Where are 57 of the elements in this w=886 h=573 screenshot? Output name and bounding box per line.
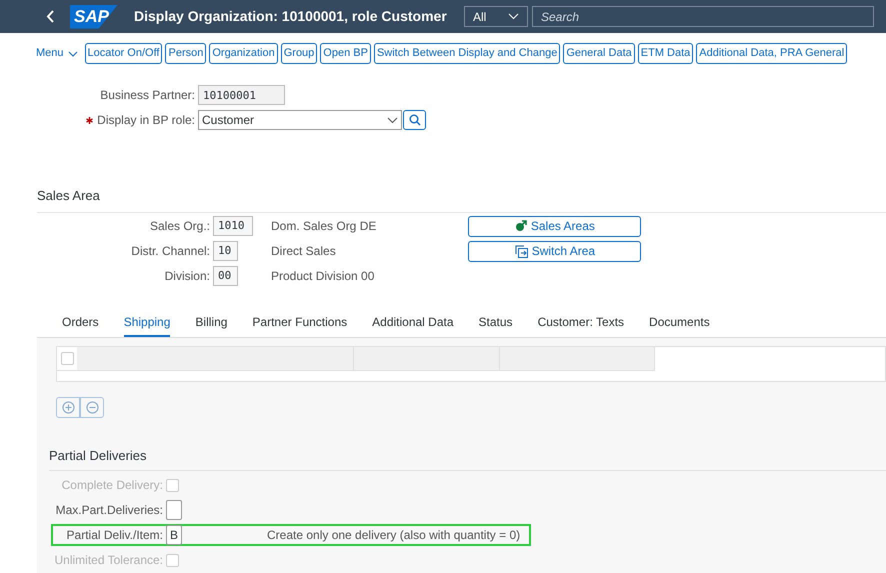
- tab[interactable]: Additional Data: [372, 312, 454, 336]
- toolbar-button[interactable]: Additional Data, PRA General: [696, 43, 848, 64]
- toolbar-button[interactable]: Locator On/Off: [84, 43, 162, 64]
- field-label: Sales Org.:: [148, 218, 211, 234]
- menu-button[interactable]: Menu: [36, 45, 78, 62]
- area-button[interactable]: Switch Area: [468, 240, 642, 262]
- section-title: Partial Deliveries: [49, 446, 886, 471]
- search-icon: [408, 114, 420, 126]
- tab[interactable]: Customer: Texts: [538, 312, 624, 336]
- toolbar-button[interactable]: Group: [280, 43, 318, 64]
- search-button[interactable]: [403, 110, 426, 130]
- input-field[interactable]: [166, 500, 182, 520]
- field-description: Dom. Sales Org DE: [271, 218, 376, 234]
- code-field[interactable]: 1010: [213, 216, 253, 236]
- field-label: Display in BP role:: [97, 112, 195, 129]
- toolbar-button[interactable]: Organization: [209, 43, 278, 64]
- window-title: Display Organization: 10100001, role Customer: [134, 7, 447, 26]
- toolbar-button[interactable]: Open BP: [320, 43, 371, 64]
- field-label: Unlimited Tolerance:: [54, 552, 164, 569]
- input-field[interactable]: B: [166, 525, 182, 545]
- partner-field[interactable]: 10100001: [198, 85, 285, 105]
- chevron-icon: [387, 116, 398, 124]
- section-title: Sales Area: [37, 186, 886, 212]
- minus-icon: [86, 400, 98, 414]
- chevron-icon: [68, 50, 78, 56]
- field-label: Division:: [164, 268, 211, 284]
- field-label: Business Partner:: [99, 87, 196, 104]
- sap-logo: SAP: [70, 4, 118, 28]
- toolbar-button[interactable]: Switch Between Display and Change: [374, 43, 560, 64]
- plus-icon: [62, 400, 74, 414]
- field-label: Partial Deliv./Item:: [66, 527, 164, 544]
- add-row-button[interactable]: [56, 396, 80, 418]
- search-field[interactable]: Search: [532, 6, 874, 27]
- remove-row-button[interactable]: [80, 396, 104, 418]
- switch-icon: [514, 244, 528, 258]
- tab[interactable]: Partner Functions: [252, 312, 348, 336]
- area-button[interactable]: Sales Areas: [468, 216, 642, 236]
- back-icon[interactable]: [46, 10, 54, 23]
- field-label: Complete Delivery:: [60, 477, 164, 494]
- tab[interactable]: Orders: [62, 312, 99, 336]
- code-field[interactable]: 00: [213, 266, 238, 286]
- tab[interactable]: Status: [478, 312, 513, 336]
- chevron-icon: [508, 13, 519, 20]
- field-label: Distr. Channel:: [130, 242, 211, 260]
- row-checkbox[interactable]: [60, 352, 74, 364]
- role-dropdown[interactable]: Customer: [198, 110, 402, 130]
- tab[interactable]: Documents: [649, 312, 710, 336]
- field-description: Product Division 00: [271, 268, 374, 284]
- toolbar-button[interactable]: General Data: [563, 43, 635, 64]
- scope-dropdown[interactable]: All: [464, 6, 528, 27]
- toolbar-button[interactable]: Person: [165, 43, 206, 64]
- code-field[interactable]: 10: [213, 240, 238, 260]
- field-label: Max.Part.Deliveries:: [54, 502, 164, 519]
- field-description: Create only one delivery (also with quantity = 0): [267, 527, 520, 544]
- tab[interactable]: Billing: [195, 312, 228, 336]
- toolbar-button[interactable]: ETM Data: [638, 43, 694, 64]
- field-description: Direct Sales: [271, 242, 336, 260]
